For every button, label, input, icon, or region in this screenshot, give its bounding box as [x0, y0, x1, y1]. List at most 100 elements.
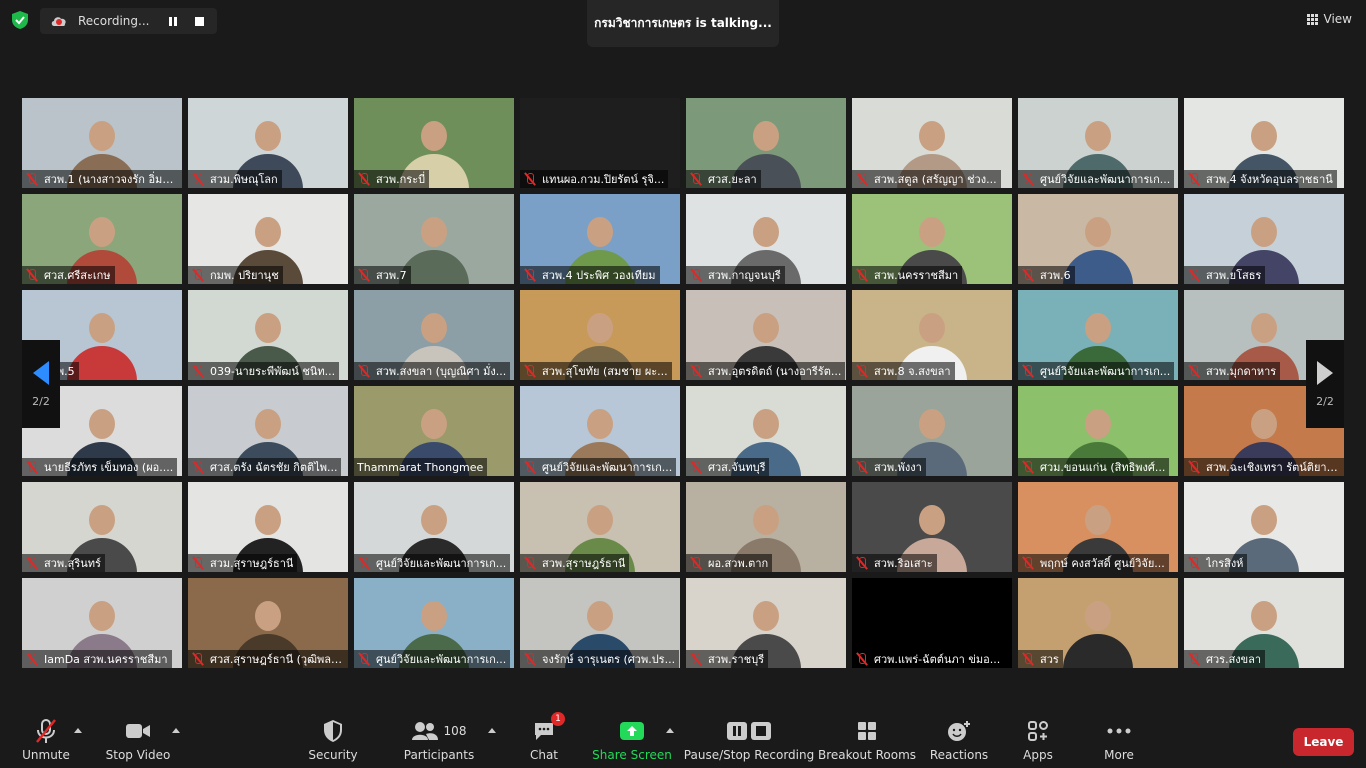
microphone-muted-icon	[357, 268, 371, 282]
participant-tile[interactable]: สวพ.ยโสธร	[1184, 194, 1344, 284]
participant-tile[interactable]: สวพ.สุราษฎร์ธานี	[520, 482, 680, 572]
next-page-button[interactable]: 2/2	[1306, 340, 1344, 428]
stop-recording-button[interactable]	[188, 10, 210, 32]
participant-tile[interactable]: กมพ. ปริยานุช	[188, 194, 348, 284]
participant-tile[interactable]: สวม.สุราษฎร์ธานี	[188, 482, 348, 572]
participant-tile[interactable]: ศวพ.แพร่-ฉัตต์นภา ข่มอ...	[852, 578, 1012, 668]
participant-tile[interactable]: พฤกษ์ คงสวัสดิ์ ศูนย์วิจัย...	[1018, 482, 1178, 572]
share-options-caret-icon[interactable]	[666, 728, 674, 733]
participant-video	[255, 409, 281, 440]
participant-video	[421, 217, 447, 248]
participant-tile[interactable]: สวพ.7	[354, 194, 514, 284]
microphone-muted-icon	[357, 364, 371, 378]
participant-tile[interactable]: สวพ.4 จังหวัดอุบลราชธานี	[1184, 98, 1344, 188]
participant-video	[1085, 313, 1111, 344]
microphone-muted-icon	[36, 719, 56, 743]
participant-tile[interactable]: สวร	[1018, 578, 1178, 668]
view-button[interactable]: View	[1301, 8, 1358, 30]
security-button[interactable]: Security	[308, 718, 358, 762]
participant-tile[interactable]: สวพ.สุโขทัย (สมชาย ผะ...	[520, 290, 680, 380]
participant-tile[interactable]: สวพ.กระบี่	[354, 98, 514, 188]
participant-tile[interactable]: ศวส.ยะลา	[686, 98, 846, 188]
participant-tile[interactable]: สวพ.สงขลา (บุญณิศา มั่ง...	[354, 290, 514, 380]
previous-page-button[interactable]: 2/2	[22, 340, 60, 428]
participant-video	[1085, 601, 1111, 632]
participant-name-bar: แทนผอ.กวม.ปิยรัตน์ รุจิ...	[520, 170, 669, 188]
participant-video	[89, 601, 115, 632]
participant-tile[interactable]: IamDa สวพ.นครราชสีมา	[22, 578, 182, 668]
participant-tile[interactable]: สวพ.สุรินทร์	[22, 482, 182, 572]
participant-tile[interactable]: ศูนย์วิจัยและพัฒนาการเก...	[354, 578, 514, 668]
breakout-rooms-icon	[858, 722, 876, 740]
participant-tile[interactable]: ศวส.ศรีสะเกษ	[22, 194, 182, 284]
participant-tile[interactable]: สวพ.นครราชสีมา	[852, 194, 1012, 284]
participant-tile[interactable]: แทนผอ.กวม.ปิยรัตน์ รุจิ...	[520, 98, 680, 188]
participant-tile[interactable]: สวพ.ริอเสาะ	[852, 482, 1012, 572]
participant-name-bar: นายธีรภัทร เข็มทอง (ผอ....	[22, 458, 178, 476]
video-options-caret-icon[interactable]	[172, 728, 180, 733]
participant-tile[interactable]: ศูนย์วิจัยและพัฒนาการเก...	[1018, 98, 1178, 188]
chat-button[interactable]: 1 Chat	[526, 712, 565, 762]
participant-tile[interactable]: ศูนย์วิจัยและพัฒนาการเก...	[354, 482, 514, 572]
stop-video-button[interactable]: Stop Video	[106, 718, 170, 762]
more-button[interactable]: More	[1100, 718, 1138, 762]
participant-tile[interactable]: สวพ.1 (นางสาวจงรัก อิ่มไ...	[22, 98, 182, 188]
breakout-rooms-button[interactable]: Breakout Rooms	[818, 718, 916, 762]
participant-video	[1251, 121, 1277, 152]
participant-tile[interactable]: สวพ.อุตรดิตถ์ (นางอารีรัต...	[686, 290, 846, 380]
participant-tile[interactable]: สวพ.พังงา	[852, 386, 1012, 476]
participant-video	[587, 217, 613, 248]
participant-tile[interactable]: สวพ.4 ประพิศ วองเทียม	[520, 194, 680, 284]
participants-label: Participants	[403, 748, 475, 762]
participant-tile[interactable]: ศวส.สุราษฎร์ธานี (วุฒิพล ...	[188, 578, 348, 668]
participant-video	[1085, 217, 1111, 248]
arrow-right-icon	[1317, 360, 1333, 385]
apps-button[interactable]: Apps	[1020, 718, 1056, 762]
participant-tile[interactable]: ไกรสิงห์	[1184, 482, 1344, 572]
video-gallery: สวพ.1 (นางสาวจงรัก อิ่มไ... สวม.พิษณุโลกส…	[22, 98, 1344, 670]
microphone-muted-icon	[1021, 268, 1035, 282]
participant-tile[interactable]: สวพ.สตูล (สรัญญา ช่วง...	[852, 98, 1012, 188]
participant-tile[interactable]: ศวส.ตรัง ฉัตรชัย กิตติไพ...	[188, 386, 348, 476]
security-shield-icon[interactable]	[10, 10, 30, 30]
unmute-button[interactable]: Unmute	[22, 718, 70, 762]
participant-name: ศูนย์วิจัยและพัฒนาการเก...	[1040, 365, 1171, 378]
participant-tile[interactable]: จงรักษ์ จารุเนตร (ศวพ.ปร...	[520, 578, 680, 668]
participant-tile[interactable]: ศูนย์วิจัยและพัฒนาการเก...	[1018, 290, 1178, 380]
participant-tile[interactable]: สวพ.8 จ.สงขลา	[852, 290, 1012, 380]
participant-tile[interactable]: ศวส.จันทบุรี	[686, 386, 846, 476]
participant-tile[interactable]: สวพ.กาญจนบุรี	[686, 194, 846, 284]
participant-name: ผอ.สวพ.ตาก	[708, 557, 769, 570]
audio-options-caret-icon[interactable]	[74, 728, 82, 733]
participant-video	[587, 601, 613, 632]
leave-button[interactable]: Leave	[1293, 728, 1354, 756]
participant-tile[interactable]: Thammarat Thongmee	[354, 386, 514, 476]
participant-tile[interactable]: ผอ.สวพ.ตาก	[686, 482, 846, 572]
grid-view-icon	[1306, 13, 1318, 25]
participant-tile[interactable]: สวม.พิษณุโลก	[188, 98, 348, 188]
share-screen-button[interactable]: Share Screen	[592, 718, 672, 762]
microphone-muted-icon	[855, 268, 869, 282]
participant-video	[1251, 601, 1277, 632]
participant-name-bar: ไกรสิงห์	[1184, 554, 1248, 572]
participant-tile[interactable]: สวพ.ราชบุรี	[686, 578, 846, 668]
participant-name-bar: สวพ.8 จ.สงขลา	[852, 362, 955, 380]
pause-recording-button[interactable]	[162, 10, 184, 32]
participant-video	[919, 409, 945, 440]
participant-name: 039-นายระพีพัฒน์ ชนิท...	[210, 365, 336, 378]
microphone-muted-icon	[191, 460, 205, 474]
participant-tile[interactable]: สวพ.6	[1018, 194, 1178, 284]
pause-stop-recording-button[interactable]: Pause/Stop Recording	[684, 718, 814, 762]
participant-tile[interactable]: ศวร.สงขลา	[1184, 578, 1344, 668]
participant-tile[interactable]: 039-นายระพีพัฒน์ ชนิท...	[188, 290, 348, 380]
participant-name: สวพ.ริอเสาะ	[874, 557, 933, 570]
participant-name-bar: ศูนย์วิจัยและพัฒนาการเก...	[354, 554, 511, 572]
participant-tile[interactable]: ศูนย์วิจัยและพัฒนาการเก...	[520, 386, 680, 476]
reactions-button[interactable]: Reactions	[930, 718, 988, 762]
participant-name: สวพ.สงขลา (บุญณิศา มั่ง...	[376, 365, 507, 378]
participant-name: ศวส.จันทบุรี	[708, 461, 766, 474]
participant-name: ศวม.ขอนแก่น (สิทธิพงศ์...	[1040, 461, 1166, 474]
participants-button[interactable]: 108 Participants	[403, 718, 475, 762]
participants-options-caret-icon[interactable]	[488, 728, 496, 733]
participant-tile[interactable]: ศวม.ขอนแก่น (สิทธิพงศ์...	[1018, 386, 1178, 476]
